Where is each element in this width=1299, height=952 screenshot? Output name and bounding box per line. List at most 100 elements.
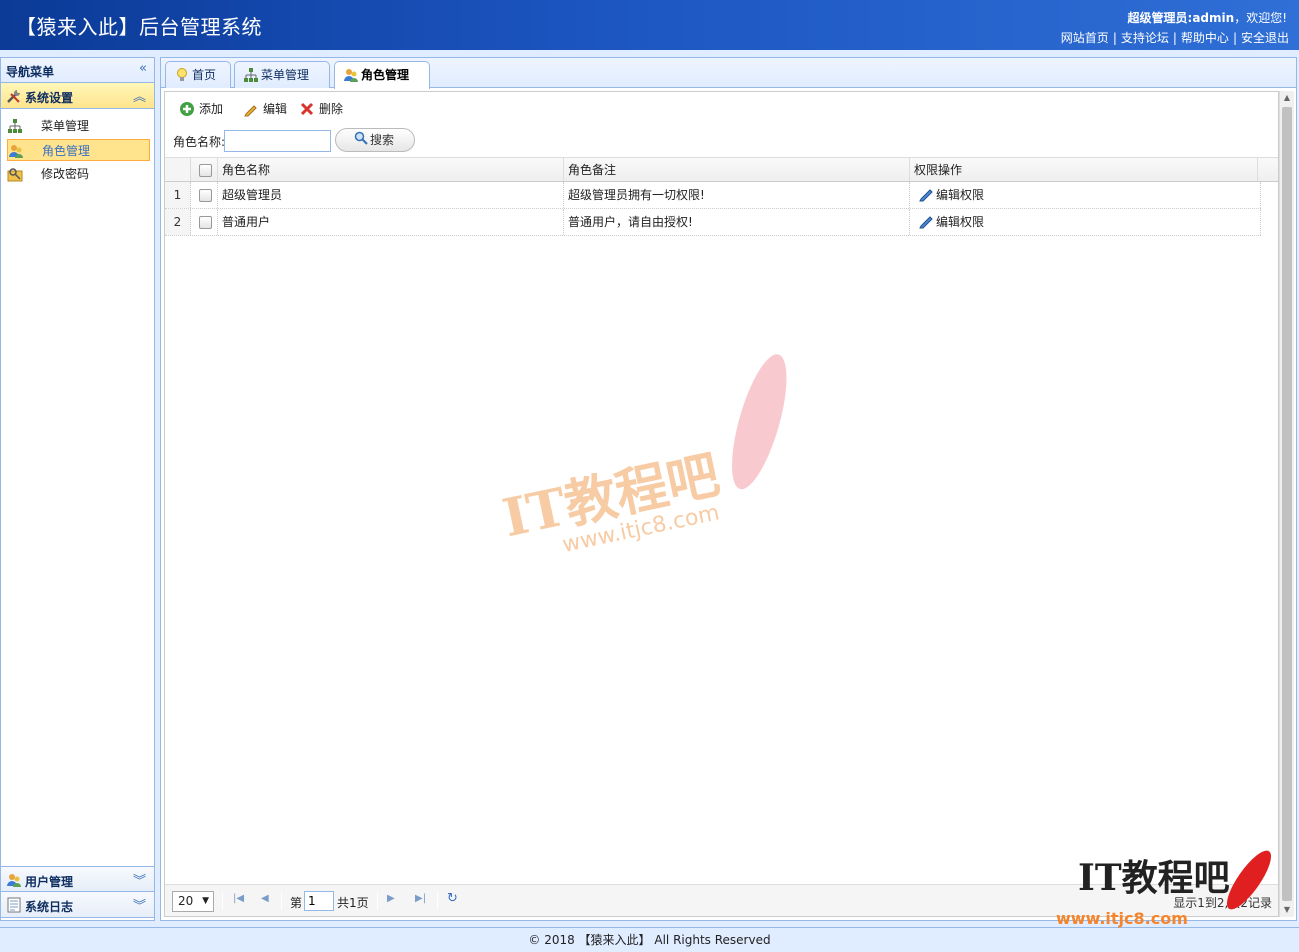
nav-item-label: 角色管理 [42, 144, 91, 158]
role-icon [343, 67, 359, 83]
link-support-forum[interactable]: 支持论坛 [1121, 31, 1169, 45]
link-site-home[interactable]: 网站首页 [1061, 31, 1109, 45]
pencil-icon [243, 101, 259, 117]
section-label: 用户管理 [25, 875, 74, 889]
nav-panel: 导航菜单 « 系统设置 ︽ 菜单管理 角色管理 修改密码 用户管理 ︾ 系统日志… [0, 57, 155, 921]
main-panel: 首页 菜单管理✕ 角色管理✕ 添加 [160, 57, 1297, 921]
column-header-permission[interactable]: 权限操作 [910, 158, 1258, 181]
search-button-label: 搜索 [370, 133, 395, 147]
section-system-log[interactable]: 系统日志 ︾ [1, 892, 154, 918]
users-icon [6, 872, 22, 888]
app-title: 【猿来入此】后台管理系统 [16, 15, 262, 39]
role-name-cell: 普通用户 [218, 209, 564, 235]
row-number: 1 [165, 182, 191, 208]
chevron-up-icon[interactable]: ︽ [133, 86, 146, 105]
edit-permission-label: 编辑权限 [936, 188, 985, 202]
chevron-down-icon[interactable]: ︾ [133, 895, 146, 914]
nav-item-menu-management[interactable]: 菜单管理 [7, 115, 150, 137]
next-page-icon[interactable]: ▶ [387, 893, 395, 904]
welcome-suffix: ，欢迎您! [1234, 11, 1287, 25]
row-number: 2 [165, 209, 191, 235]
refresh-icon[interactable]: ↻ [447, 891, 458, 906]
log-icon [6, 897, 22, 913]
vertical-scrollbar[interactable]: ▲ ▼ [1279, 91, 1294, 917]
edit-button[interactable]: 编辑 [243, 98, 287, 120]
collapse-left-icon[interactable]: « [139, 61, 147, 76]
nav-header: 导航菜单 « [1, 58, 154, 83]
edit-permission-link[interactable]: 编辑权限 [910, 182, 1261, 208]
welcome-user: 超级管理员:admin [1127, 11, 1235, 25]
prev-page-icon[interactable]: ◀ [261, 893, 269, 904]
app-header: 【猿来入此】后台管理系统 超级管理员:admin，欢迎您! 网站首页 | 支持论坛 |… [0, 0, 1299, 50]
sitemap-icon [7, 118, 23, 134]
chevron-down-icon[interactable]: ︾ [133, 870, 146, 889]
link-help-center[interactable]: 帮助中心 [1181, 31, 1229, 45]
delete-icon [299, 101, 315, 117]
scroll-down-icon[interactable]: ▼ [1280, 903, 1294, 917]
pagination-bar: 20 ▼ |◀ ◀ 第 共1页 ▶ ▶| ↻ 显示1到2,共2记录 [165, 884, 1278, 916]
row-checkbox[interactable] [191, 182, 218, 208]
edit-permission-label: 编辑权限 [936, 215, 985, 229]
last-page-icon[interactable]: ▶| [415, 893, 426, 904]
nav-title: 导航菜单 [6, 65, 55, 79]
tab-role-management[interactable]: 角色管理✕ [334, 61, 430, 108]
delete-label: 删除 [319, 102, 344, 116]
add-button[interactable]: 添加 [179, 98, 223, 120]
delete-button[interactable]: 删除 [299, 98, 343, 120]
role-remark-cell: 超级管理员拥有一切权限! [564, 182, 910, 208]
tab-label: 角色管理 [361, 68, 410, 82]
scroll-thumb[interactable] [1282, 107, 1292, 901]
table-row[interactable]: 1 超级管理员 超级管理员拥有一切权限! 编辑权限 [165, 182, 1261, 209]
row-checkbox[interactable] [191, 209, 218, 235]
select-all-checkbox[interactable] [191, 158, 218, 181]
page-number-input[interactable] [304, 891, 334, 911]
tools-icon [6, 88, 22, 104]
role-name-cell: 超级管理员 [218, 182, 564, 208]
nav-item-change-password[interactable]: 修改密码 [7, 163, 150, 185]
column-header-role-remark[interactable]: 角色备注 [564, 158, 910, 181]
dropdown-arrow-icon: ▼ [202, 896, 209, 906]
section-label: 系统设置 [25, 91, 74, 105]
edit-permission-link[interactable]: 编辑权限 [910, 209, 1261, 235]
edit-label: 编辑 [263, 102, 288, 116]
header-rownum [165, 158, 191, 181]
nav-item-label: 菜单管理 [41, 119, 90, 133]
system-settings-body: 菜单管理 角色管理 修改密码 [1, 109, 154, 865]
table-row[interactable]: 2 普通用户 普通用户，请自由授权! 编辑权限 [165, 209, 1261, 236]
page-total: 共1页 [337, 896, 369, 910]
nav-item-role-management[interactable]: 角色管理 [7, 139, 150, 161]
welcome-text: 超级管理员:admin，欢迎您! [1128, 9, 1287, 26]
search-button[interactable]: 搜索 [335, 128, 415, 152]
nav-item-label: 修改密码 [41, 167, 90, 181]
column-header-role-name[interactable]: 角色名称 [218, 158, 564, 181]
page-size-value: 20 [178, 894, 194, 908]
tab-menu-management[interactable]: 菜单管理✕ [234, 61, 330, 108]
first-page-icon[interactable]: |◀ [233, 893, 244, 904]
header-links: 网站首页 | 支持论坛 | 帮助中心 | 安全退出 [1060, 31, 1289, 45]
role-name-input[interactable] [224, 130, 331, 152]
section-user-management[interactable]: 用户管理 ︾ [1, 866, 154, 892]
pager-info: 显示1到2,共2记录 [1173, 896, 1272, 910]
section-system-settings[interactable]: 系统设置 ︽ [1, 83, 154, 109]
plus-icon [179, 101, 195, 117]
pencil-icon [918, 210, 936, 235]
pencil-icon [918, 183, 936, 208]
grid-header: 角色名称 角色备注 权限操作 [165, 157, 1278, 182]
lightbulb-icon [174, 67, 190, 83]
link-logout[interactable]: 安全退出 [1241, 31, 1289, 45]
search-icon [354, 131, 368, 153]
sitemap-icon [243, 67, 259, 83]
tab-label: 首页 [192, 68, 217, 82]
page-footer: © 2018 【猿来入此】 All Rights Reserved [0, 927, 1299, 952]
tab-home[interactable]: 首页 [165, 61, 231, 88]
role-name-label: 角色名称: [173, 135, 226, 149]
nav-bottom-sections: 用户管理 ︾ 系统日志 ︾ [1, 866, 154, 918]
role-content: 添加 编辑 删除 角色名称: 搜索 角色名称 角色备注 权限操作 1 超级管理员… [164, 91, 1279, 917]
tab-label: 菜单管理 [261, 68, 310, 82]
tab-bar: 首页 菜单管理✕ 角色管理✕ [161, 58, 1296, 108]
key-icon [7, 166, 23, 182]
page-size-select[interactable]: 20 ▼ [172, 891, 214, 912]
scroll-up-icon[interactable]: ▲ [1280, 91, 1294, 105]
section-label: 系统日志 [25, 900, 74, 914]
page-prefix: 第 [290, 896, 303, 910]
